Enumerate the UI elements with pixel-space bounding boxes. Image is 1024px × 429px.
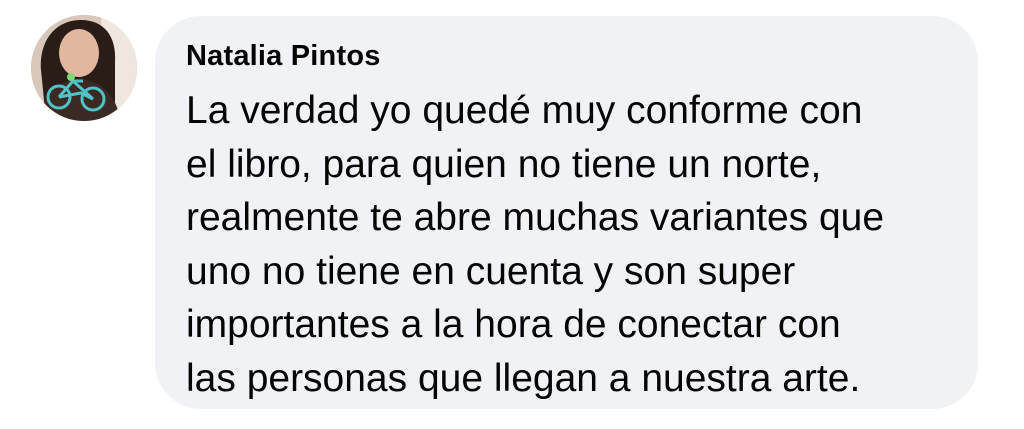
comment-text-line: las personas que llegan a nuestra arte. — [186, 356, 861, 400]
comment-text-line: uno no tiene en cuenta y son super — [186, 249, 796, 293]
comment-text: La verdad yo quedé muy conforme con el l… — [186, 84, 966, 405]
avatar[interactable] — [31, 15, 137, 121]
comment-text-line: importantes a la hora de conectar con — [186, 303, 841, 346]
comment-text-line: el libro, para quien no tiene un norte, — [186, 142, 822, 186]
comment-author-name[interactable]: Natalia Pintos — [186, 40, 381, 73]
comment-text-line: La verdad yo quedé muy conforme con — [186, 89, 863, 132]
comment-text-line: realmente te abre muchas variantes que — [186, 196, 885, 239]
profile-photo-bicycle-icon — [31, 15, 137, 121]
